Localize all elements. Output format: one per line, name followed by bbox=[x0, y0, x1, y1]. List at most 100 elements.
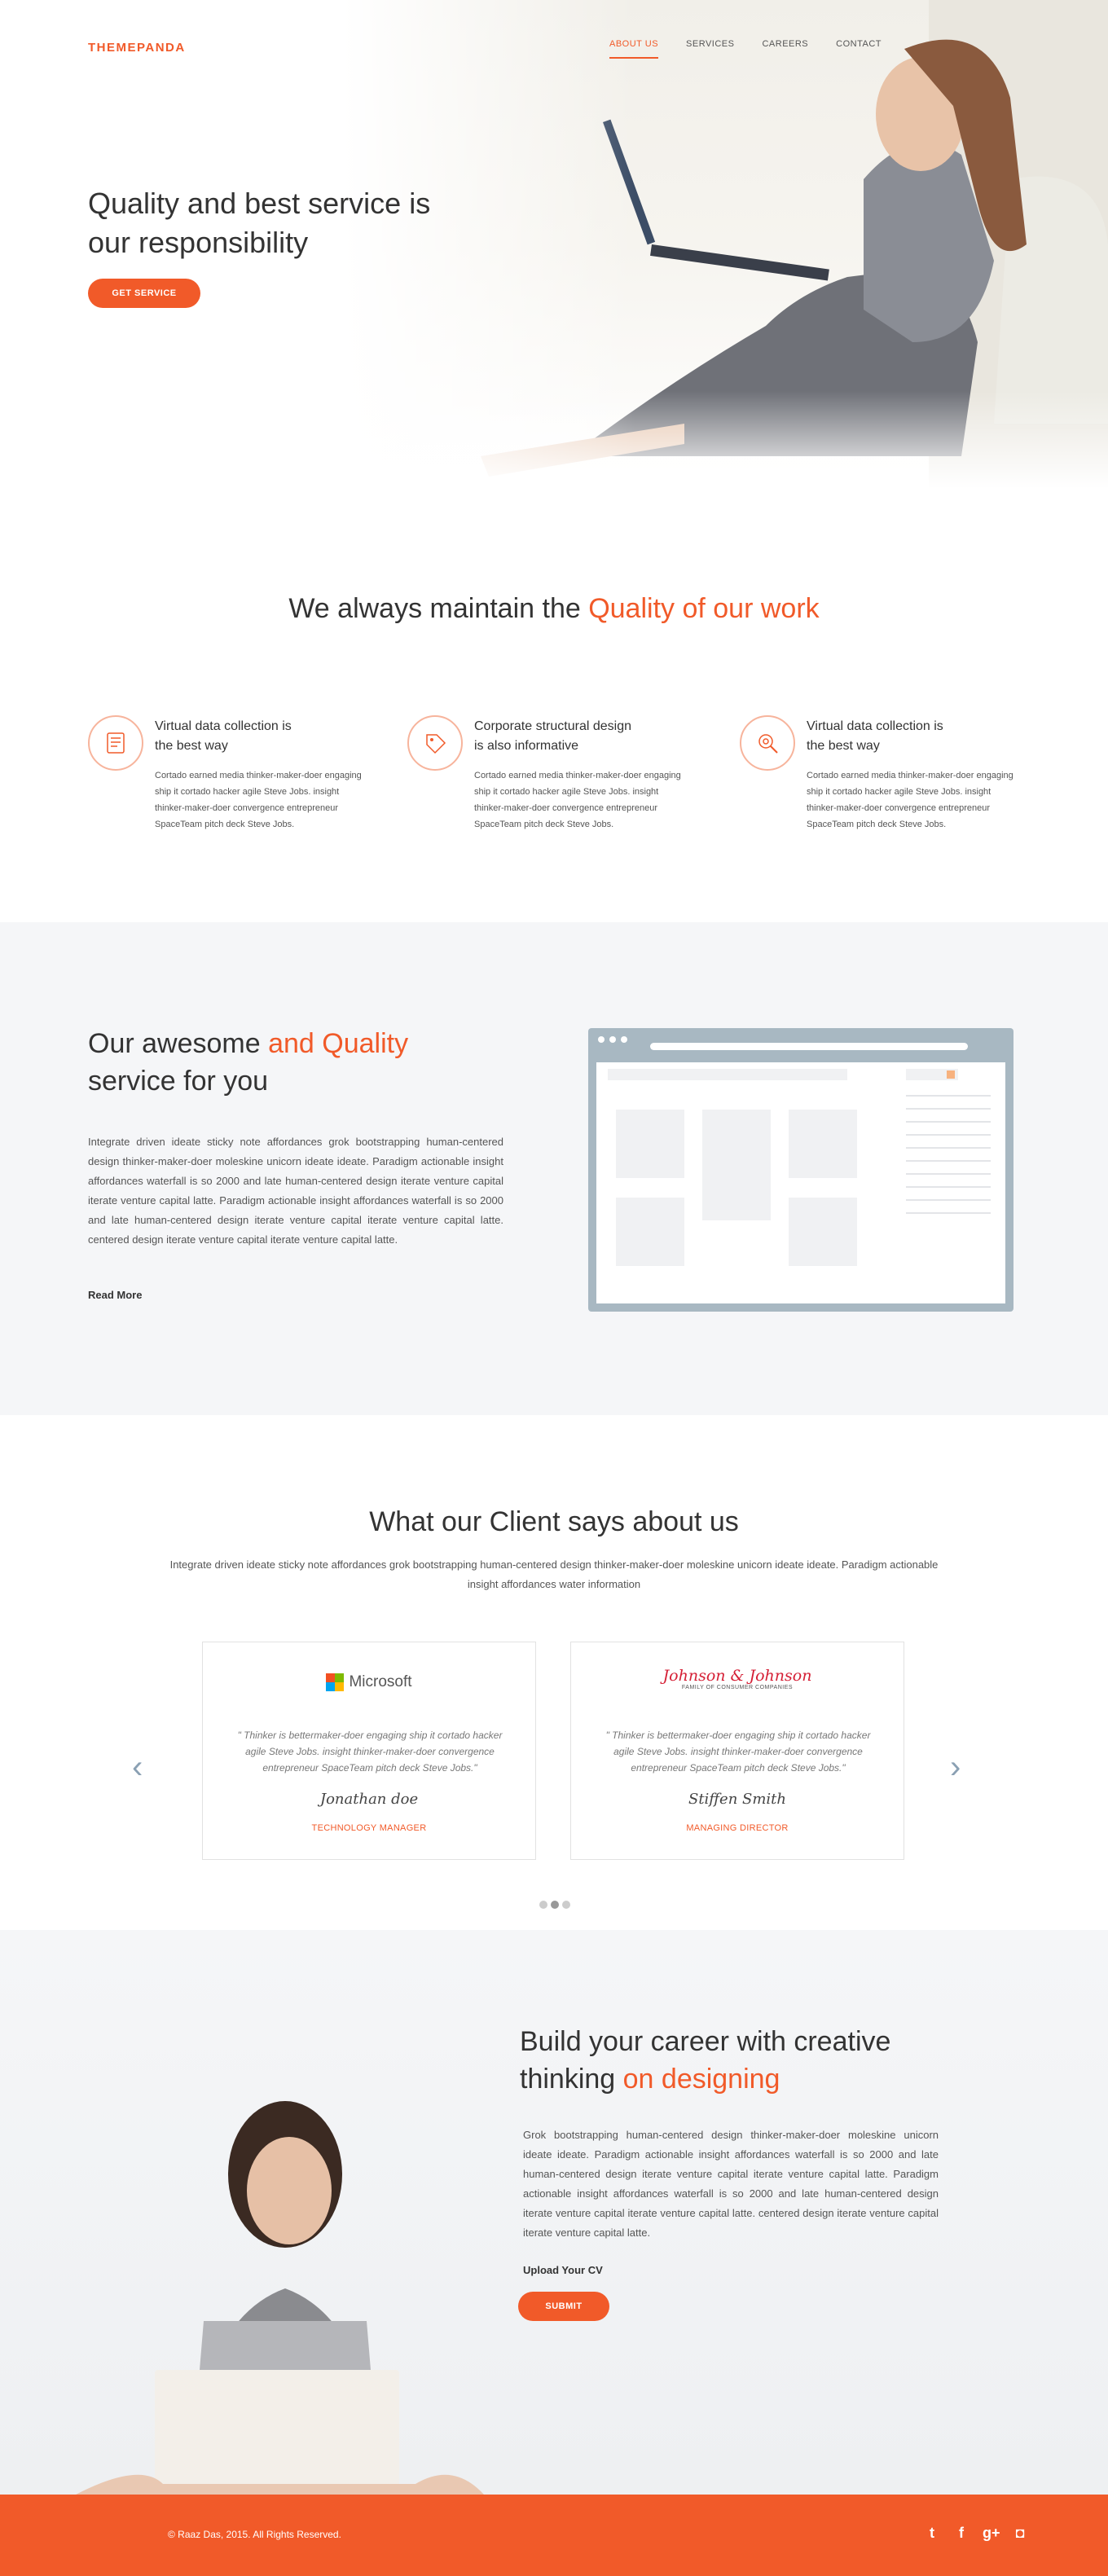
pane-tile bbox=[702, 1110, 771, 1220]
testimonial-role: TECHNOLOGY MANAGER bbox=[311, 1823, 427, 1833]
feature-text: Cortado earned media thinker-maker-doer … bbox=[474, 771, 681, 829]
hero-title: Quality and best service is our responsi… bbox=[88, 184, 463, 262]
nav-careers[interactable]: CAREERS bbox=[762, 39, 808, 59]
hero-title-line2: our responsibility bbox=[88, 226, 309, 259]
quality-title-plain: We always maintain the bbox=[288, 593, 589, 624]
service-title-plain1: Our awesome bbox=[88, 1028, 269, 1059]
career-title-line1: Build your career with creative bbox=[520, 2026, 891, 2057]
feature-title: Virtual data collection is the best way bbox=[155, 717, 318, 756]
testimonial-quote: " Thinker is bettermaker-doer engaging s… bbox=[237, 1730, 503, 1774]
feature-title-line2: is also informative bbox=[474, 739, 579, 753]
carousel-prev-arrow-icon[interactable]: ‹ bbox=[132, 1751, 143, 1783]
search-icon bbox=[947, 1070, 955, 1079]
pane-line bbox=[906, 1173, 991, 1175]
hero-section: THEMEPANDA ABOUT US SERVICES CAREERS CON… bbox=[0, 0, 1108, 489]
career-title-accent: on designing bbox=[622, 2064, 780, 2095]
pane-header-block bbox=[608, 1069, 847, 1080]
client-brand-name: Johnson & Johnson bbox=[662, 1667, 812, 1685]
quality-title: We always maintain the Quality of our wo… bbox=[0, 593, 1108, 625]
feature-title: Corporate structural design is also infor… bbox=[474, 717, 637, 756]
read-more-link[interactable]: Read More bbox=[88, 1289, 142, 1301]
pane-line bbox=[906, 1134, 991, 1136]
upload-cv-link[interactable]: Upload Your CV bbox=[523, 2264, 603, 2276]
service-title: Our awesome and Quality service for you bbox=[88, 1025, 463, 1100]
social-links: t f g+ ◘ bbox=[924, 2524, 1028, 2542]
facebook-icon[interactable]: f bbox=[953, 2524, 970, 2542]
hero-fade-bottom bbox=[342, 391, 1108, 489]
browser-dot bbox=[609, 1036, 616, 1043]
quality-section: We always maintain the Quality of our wo… bbox=[0, 489, 1108, 922]
microsoft-logo-icon bbox=[326, 1673, 345, 1691]
nav-services[interactable]: SERVICES bbox=[686, 39, 734, 59]
feature-text: Cortado earned media thinker-maker-doer … bbox=[155, 771, 362, 829]
pane-tile bbox=[616, 1198, 684, 1266]
brand-logo[interactable]: THEMEPANDA bbox=[88, 41, 186, 55]
browser-dot bbox=[621, 1036, 627, 1043]
data-collection-icon bbox=[88, 715, 143, 771]
service-title-accent: and Quality bbox=[268, 1028, 409, 1059]
pane-tile bbox=[616, 1110, 684, 1178]
instagram-icon[interactable]: ◘ bbox=[1012, 2524, 1028, 2542]
clients-subtitle: Integrate driven ideate sticky note affo… bbox=[169, 1558, 939, 1590]
browser-illustration bbox=[588, 1028, 1013, 1312]
feature-title-line2: the best way bbox=[807, 739, 880, 753]
testimonial-quote: " Thinker is bettermaker-doer engaging s… bbox=[605, 1730, 871, 1774]
carousel-dot[interactable] bbox=[539, 1901, 547, 1909]
pane-tile bbox=[789, 1110, 857, 1178]
browser-dot bbox=[598, 1036, 605, 1043]
hero-title-line1: Quality and best service is bbox=[88, 187, 431, 220]
pane-line bbox=[906, 1186, 991, 1188]
testimonial-signature: Stiffen Smith bbox=[688, 1791, 787, 1808]
feature-title: Virtual data collection is the best way bbox=[807, 717, 970, 756]
browser-pane bbox=[596, 1062, 1005, 1303]
pane-line bbox=[906, 1108, 991, 1110]
twitter-icon[interactable]: t bbox=[924, 2524, 940, 2542]
nav-contact[interactable]: CONTACT bbox=[836, 39, 882, 59]
feature-title-line1: Corporate structural design bbox=[474, 719, 631, 733]
feature-title-line1: Virtual data collection is bbox=[155, 719, 292, 733]
get-service-button[interactable]: GET SERVICE bbox=[88, 279, 200, 308]
client-logo-microsoft: Microsoft bbox=[203, 1673, 535, 1691]
service-text: Integrate driven ideate sticky note affo… bbox=[88, 1136, 503, 1246]
pane-line bbox=[906, 1160, 991, 1162]
service-title-plain2: service for you bbox=[88, 1066, 269, 1097]
testimonial-role: MANAGING DIRECTOR bbox=[686, 1823, 789, 1833]
browser-address-bar bbox=[650, 1043, 968, 1050]
clients-title: What our Client says about us bbox=[369, 1506, 739, 1537]
pane-line bbox=[906, 1121, 991, 1123]
pane-line bbox=[906, 1199, 991, 1201]
carousel-dots bbox=[539, 1901, 570, 1909]
pane-line bbox=[906, 1212, 991, 1214]
clients-section: What our Client says about us Integrate … bbox=[0, 1415, 1108, 1930]
client-brand-name: Microsoft bbox=[349, 1673, 412, 1691]
career-title-plain2: thinking bbox=[520, 2064, 623, 2095]
testimonial-signature: Jonathan doe bbox=[319, 1791, 419, 1808]
career-text: Grok bootstrapping human-centered design… bbox=[523, 2129, 939, 2239]
feature-title-line2: the best way bbox=[155, 739, 228, 753]
career-section: Build your career with creative thinking… bbox=[0, 1930, 1108, 2495]
feature-title-line1: Virtual data collection is bbox=[807, 719, 943, 733]
tag-icon bbox=[407, 715, 463, 771]
career-title: Build your career with creative thinking… bbox=[520, 2023, 960, 2098]
woman-with-laptop-photo bbox=[76, 2101, 484, 2495]
service-section: Our awesome and Quality service for you … bbox=[0, 922, 1108, 1415]
pane-line bbox=[906, 1095, 991, 1097]
copyright-text: © Raaz Das, 2015. All Rights Reserved. bbox=[168, 2529, 341, 2540]
nav-about-us[interactable]: ABOUT US bbox=[609, 39, 659, 59]
footer: © Raaz Das, 2015. All Rights Reserved. t… bbox=[0, 2495, 1108, 2576]
main-nav: ABOUT US SERVICES CAREERS CONTACT bbox=[609, 39, 909, 59]
client-logo-johnson: Johnson & Johnson FAMILY OF CONSUMER COM… bbox=[571, 1667, 904, 1690]
pane-tile bbox=[789, 1198, 857, 1266]
carousel-dot-active[interactable] bbox=[551, 1901, 559, 1909]
testimonial-card: Microsoft " Thinker is bettermaker-doer … bbox=[202, 1642, 536, 1860]
feature-text: Cortado earned media thinker-maker-doer … bbox=[807, 771, 1013, 829]
quality-title-accent: Quality of our work bbox=[588, 593, 820, 624]
pane-line bbox=[906, 1147, 991, 1149]
google-plus-icon[interactable]: g+ bbox=[983, 2524, 1000, 2542]
carousel-next-arrow-icon[interactable]: › bbox=[950, 1751, 961, 1783]
carousel-dot[interactable] bbox=[562, 1901, 570, 1909]
testimonial-card: Johnson & Johnson FAMILY OF CONSUMER COM… bbox=[570, 1642, 904, 1860]
submit-button[interactable]: SUBMIT bbox=[518, 2292, 609, 2321]
client-brand-subtitle: FAMILY OF CONSUMER COMPANIES bbox=[681, 1685, 794, 1690]
search-gear-icon bbox=[740, 715, 795, 771]
